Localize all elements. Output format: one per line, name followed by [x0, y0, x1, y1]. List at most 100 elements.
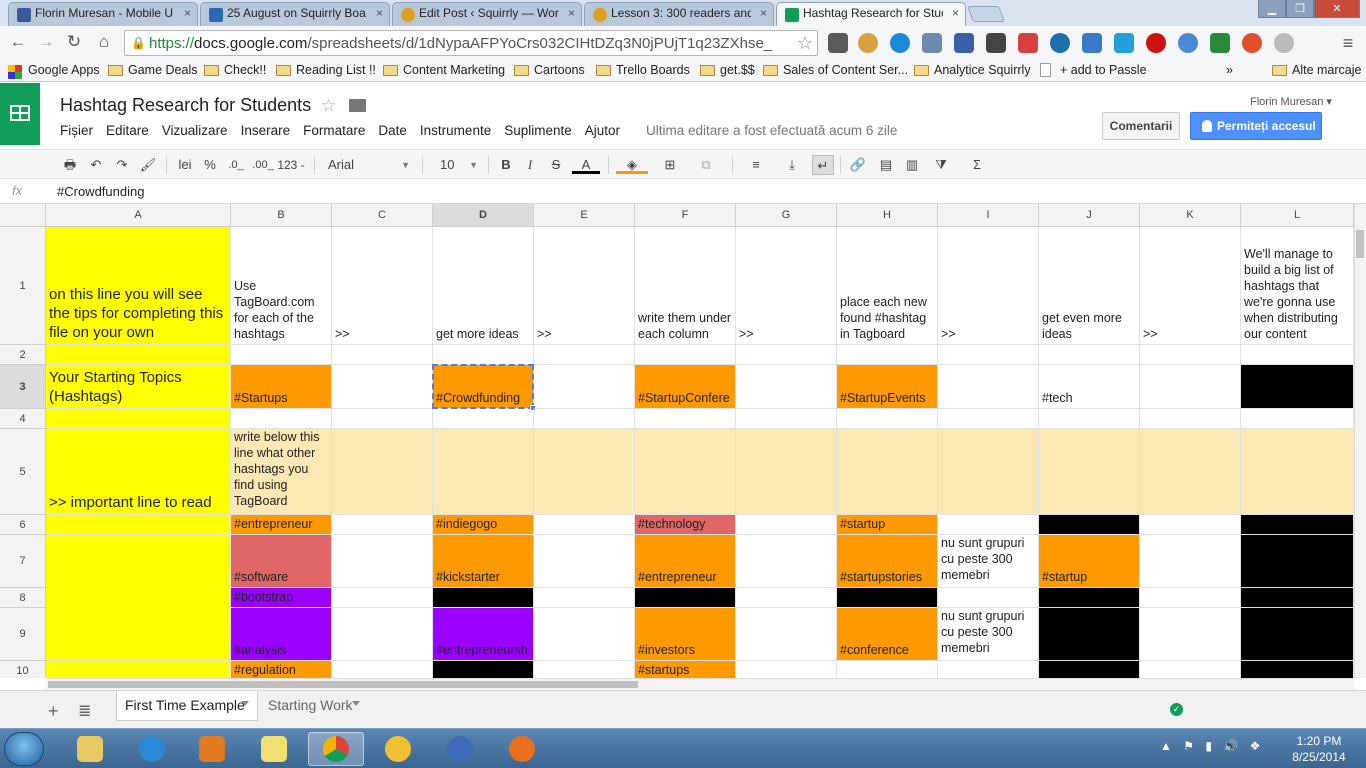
cell-a2[interactable]: [46, 345, 231, 365]
document-title[interactable]: Hashtag Research for Students: [60, 95, 311, 116]
cell-k7[interactable]: [1140, 535, 1241, 588]
menu-format[interactable]: Formatare: [303, 123, 365, 141]
menu-tools[interactable]: Instrumente: [420, 123, 491, 141]
cell-g1[interactable]: >>: [736, 227, 837, 345]
insert-link-icon[interactable]: 🔗: [846, 155, 870, 175]
column-header-a[interactable]: A: [46, 204, 231, 227]
cell-h8[interactable]: [837, 588, 938, 608]
octopus-icon[interactable]: [1242, 33, 1262, 53]
back-icon[interactable]: ←: [6, 30, 30, 54]
bookmark-star-icon[interactable]: ☆: [797, 33, 813, 54]
sheets-logo[interactable]: [0, 83, 40, 145]
browser-tab[interactable]: Florin Muresan - Mobile U ×: [8, 2, 198, 26]
cell-e6[interactable]: [534, 515, 635, 535]
opera-icon[interactable]: [1146, 33, 1166, 53]
show-hidden-icons-icon[interactable]: ▲: [1160, 739, 1172, 753]
sheet-tab-starting-work[interactable]: Starting Work: [260, 691, 368, 721]
cell-c2[interactable]: [332, 345, 433, 365]
row-header-4[interactable]: 4: [0, 409, 46, 429]
column-header-b[interactable]: B: [231, 204, 332, 227]
cell-a4[interactable]: [46, 409, 231, 429]
cell-b10[interactable]: #regulation: [231, 661, 332, 678]
browser-tab[interactable]: 25 August on Squirrly Boa ×: [200, 2, 390, 26]
row-header-5[interactable]: 5: [0, 429, 46, 515]
bookmarks-overflow[interactable]: »: [1226, 63, 1233, 77]
borders-icon[interactable]: ⊞: [654, 155, 686, 175]
select-all-corner[interactable]: [0, 204, 46, 227]
m-icon[interactable]: [1114, 33, 1134, 53]
bookmark-passle[interactable]: + add to Passle: [1040, 63, 1147, 77]
paint-format-icon[interactable]: 🖌: [138, 155, 158, 175]
cell-h10[interactable]: [837, 661, 938, 678]
cell-j5[interactable]: [1039, 429, 1140, 515]
clock[interactable]: 1:20 PM 8/25/2014: [1284, 733, 1354, 765]
currency-format-button[interactable]: lei: [174, 155, 196, 175]
cell-d8[interactable]: [433, 588, 534, 608]
menu-icon[interactable]: ≡: [1338, 33, 1358, 53]
new-tab-button[interactable]: [967, 6, 1005, 22]
sheet-tab-first-time-example[interactable]: First Time Example: [116, 691, 258, 721]
last-edit-link[interactable]: Ultima editare a fost efectuată acum 6 z…: [646, 123, 897, 138]
cell-e10[interactable]: [534, 661, 635, 678]
cell-k8[interactable]: [1140, 588, 1241, 608]
start-button[interactable]: [4, 732, 44, 766]
cell-k1[interactable]: >>: [1140, 227, 1241, 345]
chrome-icon[interactable]: [1178, 33, 1198, 53]
cell-j2[interactable]: [1039, 345, 1140, 365]
cell-j3[interactable]: #tech: [1039, 365, 1140, 409]
cell-h5[interactable]: [837, 429, 938, 515]
forward-icon[interactable]: →: [34, 30, 58, 54]
cell-i8[interactable]: [938, 588, 1039, 608]
cell-k9[interactable]: [1140, 608, 1241, 661]
column-header-i[interactable]: I: [938, 204, 1039, 227]
functions-icon[interactable]: Σ: [962, 155, 992, 175]
cell-e8[interactable]: [534, 588, 635, 608]
menu-file[interactable]: Fișier: [60, 123, 93, 141]
cell-g8[interactable]: [736, 588, 837, 608]
cell-d9[interactable]: #entrepreneursh: [433, 608, 534, 661]
cell-i2[interactable]: [938, 345, 1039, 365]
cell-h4[interactable]: [837, 409, 938, 429]
bookmark-folder[interactable]: get.$$: [700, 63, 755, 77]
column-header-l[interactable]: L: [1241, 204, 1354, 227]
cell-f4[interactable]: [635, 409, 736, 429]
text-color-button[interactable]: A: [572, 155, 600, 174]
cell-k10[interactable]: [1140, 661, 1241, 678]
merge-cells-icon[interactable]: ⧉: [690, 155, 722, 175]
cell-c8[interactable]: [332, 588, 433, 608]
percent-format-button[interactable]: %: [200, 155, 220, 175]
print-icon[interactable]: 🖶: [60, 155, 80, 175]
vertical-scrollbar[interactable]: [1354, 204, 1366, 678]
decrease-decimal-button[interactable]: .0_: [224, 155, 248, 175]
cell-j7[interactable]: #startup: [1039, 535, 1140, 588]
bold-button[interactable]: B: [496, 155, 516, 175]
redo-icon[interactable]: ↷: [112, 155, 132, 175]
close-window-icon[interactable]: ✕: [1314, 0, 1360, 18]
chart-icon[interactable]: [1210, 33, 1230, 53]
ie-icon[interactable]: [124, 732, 180, 766]
cell-g6[interactable]: [736, 515, 837, 535]
cell-b4[interactable]: [231, 409, 332, 429]
cell-b9[interactable]: #analysis: [231, 608, 332, 661]
cell-g9[interactable]: [736, 608, 837, 661]
cell-b6[interactable]: #entrepreneur: [231, 515, 332, 535]
cell-h1[interactable]: place each new found #hashtag in Tagboar…: [837, 227, 938, 345]
zoom-search-icon[interactable]: [922, 33, 942, 53]
cell-g7[interactable]: [736, 535, 837, 588]
bookmark-google-apps[interactable]: Google Apps: [8, 63, 100, 79]
browser-tab[interactable]: Edit Post ‹ Squirrly — Wor ×: [392, 2, 582, 26]
column-header-k[interactable]: K: [1140, 204, 1241, 227]
menu-insert[interactable]: Inserare: [241, 123, 291, 141]
close-icon[interactable]: ×: [184, 6, 191, 20]
column-header-d[interactable]: D: [433, 204, 534, 227]
cell-c7[interactable]: [332, 535, 433, 588]
cell-e3[interactable]: [534, 365, 635, 409]
cell-h6[interactable]: #startup: [837, 515, 938, 535]
folder-icon[interactable]: [349, 99, 366, 112]
cell-d4[interactable]: [433, 409, 534, 429]
cell-l4[interactable]: [1241, 409, 1354, 429]
bookmark-folder[interactable]: Reading List !!: [276, 63, 376, 77]
cell-e9[interactable]: [534, 608, 635, 661]
flag-icon[interactable]: ⚑: [1183, 739, 1194, 753]
star-icon[interactable]: ☆: [321, 96, 336, 116]
